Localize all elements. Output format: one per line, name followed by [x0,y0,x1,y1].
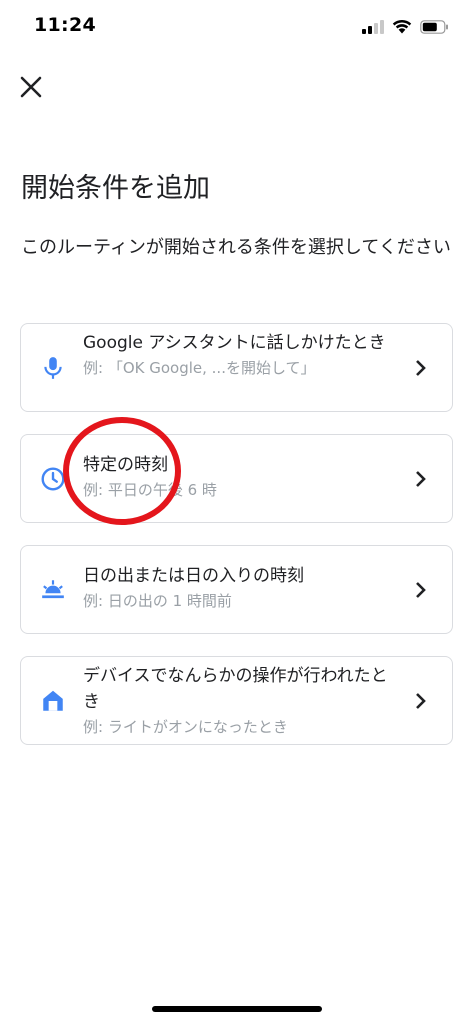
chevron-right-icon [416,582,426,598]
page-title: 開始条件を追加 [21,173,210,204]
option-title: Google アシスタントに話しかけたとき [83,333,386,353]
cellular-signal-icon [362,19,384,34]
option-text: デバイスでなんらかの操作が行われたとき 例: ライトがオンになったとき [83,663,403,739]
option-title: 特定の時刻 [83,455,168,475]
chevron-right-icon [416,693,426,709]
option-text: 特定の時刻 例: 平日の午後 6 時 [83,452,403,502]
home-icon [43,690,63,711]
screen: 11:24 開始条件を追加 このルーティンが開始される条件を選択してください G… [0,0,473,1024]
option-title: デバイスでなんらかの操作が行われたとき [83,666,388,712]
clock-icon [41,467,65,491]
close-icon [20,76,42,98]
option-example: 例: 日の出の 1 時間前 [83,592,232,610]
option-device-card[interactable]: デバイスでなんらかの操作が行われたとき 例: ライトがオンになったとき [20,656,453,745]
option-text: 日の出または日の入りの時刻 例: 日の出の 1 時間前 [83,563,403,613]
close-button[interactable] [18,74,44,100]
option-example: 例: 「OK Google, ...を開始して」 [83,359,316,377]
option-example: 例: ライトがオンになったとき [83,718,288,736]
page-subtitle: このルーティンが開始される条件を選択してください [21,237,451,258]
option-assistant-card[interactable]: Google アシスタントに話しかけたとき 例: 「OK Google, ...… [20,323,453,412]
option-title: 日の出または日の入りの時刻 [83,566,304,586]
chevron-right-icon [416,360,426,376]
home-indicator[interactable] [152,1006,322,1012]
status-icons [362,19,449,34]
option-time-card[interactable]: 特定の時刻 例: 平日の午後 6 時 [20,434,453,523]
status-bar: 11:24 [0,0,473,58]
option-example: 例: 平日の午後 6 時 [83,481,217,499]
status-time: 11:24 [34,14,96,36]
battery-icon [420,19,448,34]
option-sunrise-card[interactable]: 日の出または日の入りの時刻 例: 日の出の 1 時間前 [20,545,453,634]
option-text: Google アシスタントに話しかけたとき 例: 「OK Google, ...… [83,330,403,380]
sunrise-icon [42,580,64,599]
wifi-icon [392,19,412,34]
chevron-right-icon [416,471,426,487]
microphone-icon [44,357,62,379]
